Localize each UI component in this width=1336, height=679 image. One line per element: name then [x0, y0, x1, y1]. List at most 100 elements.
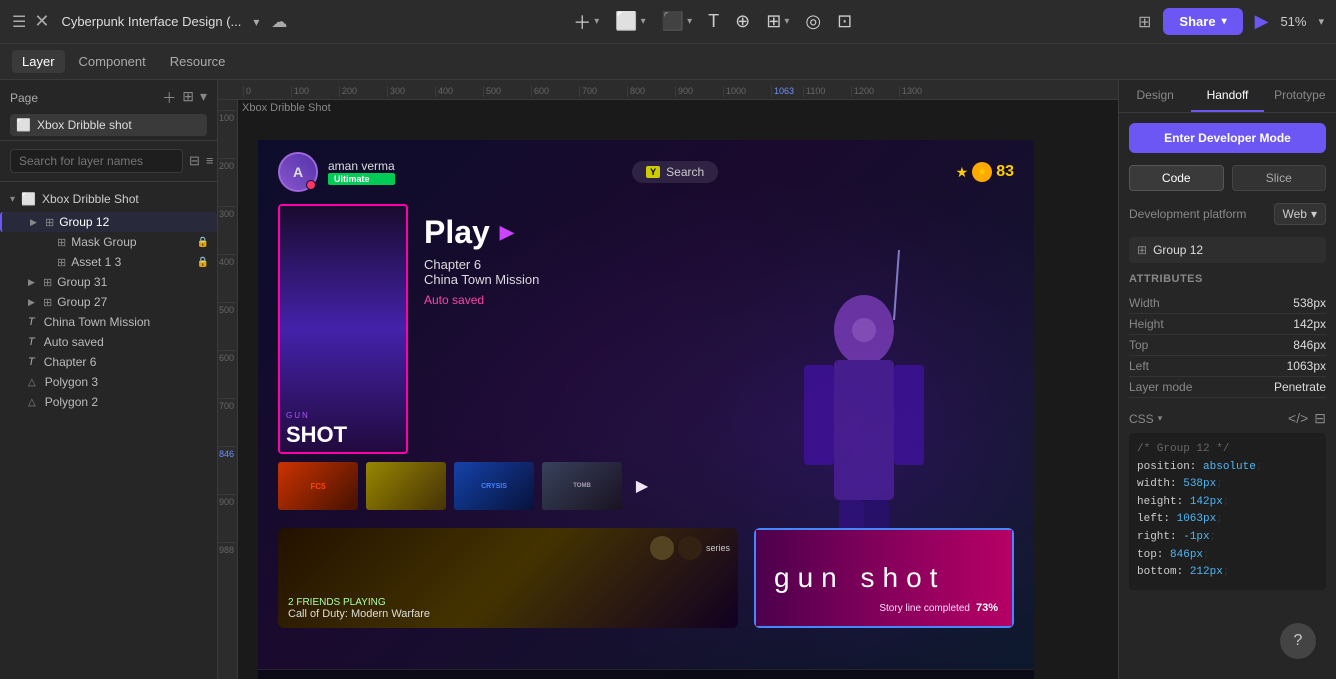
title-dropdown-arrow[interactable]: ▾: [253, 15, 259, 29]
right-tab-handoff[interactable]: Handoff: [1191, 80, 1263, 112]
enter-dev-mode-button[interactable]: Enter Developer Mode: [1129, 123, 1326, 153]
help-button[interactable]: ?: [1280, 623, 1316, 659]
right-tab-design[interactable]: Design: [1119, 80, 1191, 112]
plugin-icon[interactable]: ⊞: [1138, 12, 1151, 32]
group12-group-icon: ⊞: [45, 216, 54, 229]
play-icon[interactable]: ▶: [500, 222, 514, 243]
close-icon[interactable]: ✕: [34, 11, 49, 32]
search-filter-icons: ⊟ ≡: [189, 153, 214, 169]
layer-item-chapter6[interactable]: T Chapter 6: [0, 352, 217, 372]
layer-item-autosaved[interactable]: T Auto saved: [0, 332, 217, 352]
layer-item-polygon3[interactable]: △ Polygon 3: [0, 372, 217, 392]
attr-left: Left 1063px: [1129, 356, 1326, 377]
zoom-level[interactable]: 51%: [1280, 14, 1306, 29]
page-file-item[interactable]: ⬜ Xbox Dribble shot: [10, 114, 207, 136]
css-prop-right: right: -1px;: [1137, 529, 1318, 547]
design-frame[interactable]: A aman verma Ultimate Y Search: [258, 140, 1034, 679]
ruler-mark-1000: 1000: [723, 86, 771, 97]
slice-tab-btn[interactable]: Slice: [1232, 165, 1327, 191]
thumb-game2[interactable]: [366, 462, 446, 510]
zoom-dropdown[interactable]: ▾: [1318, 15, 1324, 28]
attr-width: Width 538px: [1129, 293, 1326, 314]
menu-icon[interactable]: ☰: [12, 12, 26, 32]
css-copy-icon[interactable]: ⊟: [1314, 410, 1326, 427]
css-actions: </> ⊟: [1288, 410, 1326, 427]
star-icon: ★: [956, 164, 969, 181]
user-section: A aman verma Ultimate: [278, 152, 395, 192]
group31-name: Group 31: [57, 275, 209, 289]
layer-item-group27[interactable]: ▶ ⊞ Group 27: [0, 292, 217, 312]
filter-icon[interactable]: ⊟: [189, 153, 200, 169]
layer-item-polygon2[interactable]: △ Polygon 2: [0, 392, 217, 412]
search-button[interactable]: Y Search: [632, 161, 718, 183]
user-info: aman verma Ultimate: [328, 159, 395, 185]
achievement-score: ★ ★ 83: [956, 162, 1014, 182]
code-tab-btn[interactable]: Code: [1129, 165, 1224, 191]
right-panel: Design Handoff Prototype Enter Developer…: [1118, 80, 1336, 679]
attr-layermode-label: Layer mode: [1129, 380, 1192, 394]
css-code-icon[interactable]: </>: [1288, 410, 1308, 427]
ruler-vmark-900: 900: [218, 494, 236, 542]
canvas-area[interactable]: 0 100 200 300 400 500 600 700 800 900 10…: [218, 80, 1118, 679]
css-label: CSS ▾: [1129, 412, 1162, 426]
page-doc-icon: ⬜: [16, 118, 31, 132]
layer-item-maskgroup[interactable]: ⊞ Mask Group 🔒: [0, 232, 217, 252]
code-slice-row: Code Slice: [1129, 165, 1326, 191]
root-item[interactable]: ▾ ⬜ Xbox Dribble Shot: [10, 190, 207, 208]
xbox-topbar: A aman verma Ultimate Y Search: [258, 140, 1034, 204]
featured-game-art[interactable]: GUN SHOT: [278, 204, 408, 454]
slice-tool-btn[interactable]: ⊡: [837, 11, 852, 32]
css-code-block: /* Group 12 */ position: absolute; width…: [1129, 433, 1326, 590]
panel-tab-row: Layer Component Resource: [0, 44, 1336, 80]
tab-resource[interactable]: Resource: [160, 50, 236, 73]
thumb-farcry5[interactable]: FC5: [278, 462, 358, 510]
gunshot-banner[interactable]: gun shot 538×142 Story line completed 73…: [754, 528, 1014, 628]
component-tool-btn[interactable]: ⊞ ▾: [766, 11, 789, 32]
add-page-icon[interactable]: ＋: [162, 88, 176, 108]
add-tool-btn[interactable]: ＋ ▾: [573, 9, 599, 35]
layer-item-asset13[interactable]: ⊞ Asset 1 3 🔒: [0, 252, 217, 272]
attr-width-label: Width: [1129, 296, 1160, 310]
asset13-lock-icon: 🔒: [197, 257, 209, 268]
cod-icons: series: [650, 536, 730, 560]
tab-component[interactable]: Component: [69, 50, 156, 73]
css-section: CSS ▾ </> ⊟ /* Group 12 */ position: abs…: [1129, 410, 1326, 590]
right-tab-prototype[interactable]: Prototype: [1264, 80, 1336, 112]
tab-layer[interactable]: Layer: [12, 50, 65, 73]
play-preview-icon[interactable]: ▶: [1255, 11, 1269, 32]
story-label: Story line completed: [879, 603, 970, 614]
attr-height-label: Height: [1129, 317, 1164, 331]
layer-item-group31[interactable]: ▶ ⊞ Group 31: [0, 272, 217, 292]
page-menu-icon[interactable]: ▾: [200, 88, 207, 108]
right-panel-content: Enter Developer Mode Code Slice Developm…: [1119, 113, 1336, 679]
dev-platform-select[interactable]: Web ▾: [1274, 203, 1327, 225]
page-label: Page: [10, 91, 38, 105]
circle-tool-btn[interactable]: ◎: [805, 11, 821, 32]
search-input[interactable]: [10, 149, 183, 173]
share-button[interactable]: Share ▾: [1163, 8, 1242, 35]
folder-icon[interactable]: ⊞: [182, 88, 194, 108]
thumb-crysis[interactable]: CRYSIS: [454, 462, 534, 510]
dev-platform-row: Development platform Web ▾: [1129, 203, 1326, 225]
layer-item-group12[interactable]: ▶ ⊞ Group 12: [0, 212, 217, 232]
story-progress: Story line completed 73%: [879, 602, 998, 614]
root-name: Xbox Dribble Shot: [42, 192, 139, 206]
maskgroup-lock-icon: 🔒: [197, 237, 209, 248]
featured-title1: SHOT: [286, 424, 400, 446]
layer-item-chinatown[interactable]: T China Town Mission: [0, 312, 217, 332]
cod-section[interactable]: 2 FRIENDS PLAYING Call of Duty: Modern W…: [278, 528, 738, 628]
thumb-play-btn[interactable]: ▶: [630, 462, 654, 510]
share-dropdown-arrow: ▾: [1222, 16, 1227, 27]
frame-tool-btn[interactable]: ⬜ ▾: [615, 11, 645, 32]
pen-tool-btn[interactable]: ⊕: [735, 11, 750, 32]
css-expand-arrow[interactable]: ▾: [1158, 413, 1163, 424]
shape-tool-btn[interactable]: ⬛ ▾: [662, 11, 692, 32]
text-tool-btn[interactable]: T: [708, 11, 719, 32]
avatar-online-dot: [306, 180, 316, 190]
ruler-mark-800: 800: [627, 86, 675, 97]
list-view-icon[interactable]: ≡: [206, 153, 214, 169]
thumb-tomb-raider[interactable]: TOMB: [542, 462, 622, 510]
group12-name: Group 12: [59, 215, 209, 229]
css-prop-left: left: 1063px;: [1137, 511, 1318, 529]
attr-height-value: 142px: [1293, 317, 1326, 331]
